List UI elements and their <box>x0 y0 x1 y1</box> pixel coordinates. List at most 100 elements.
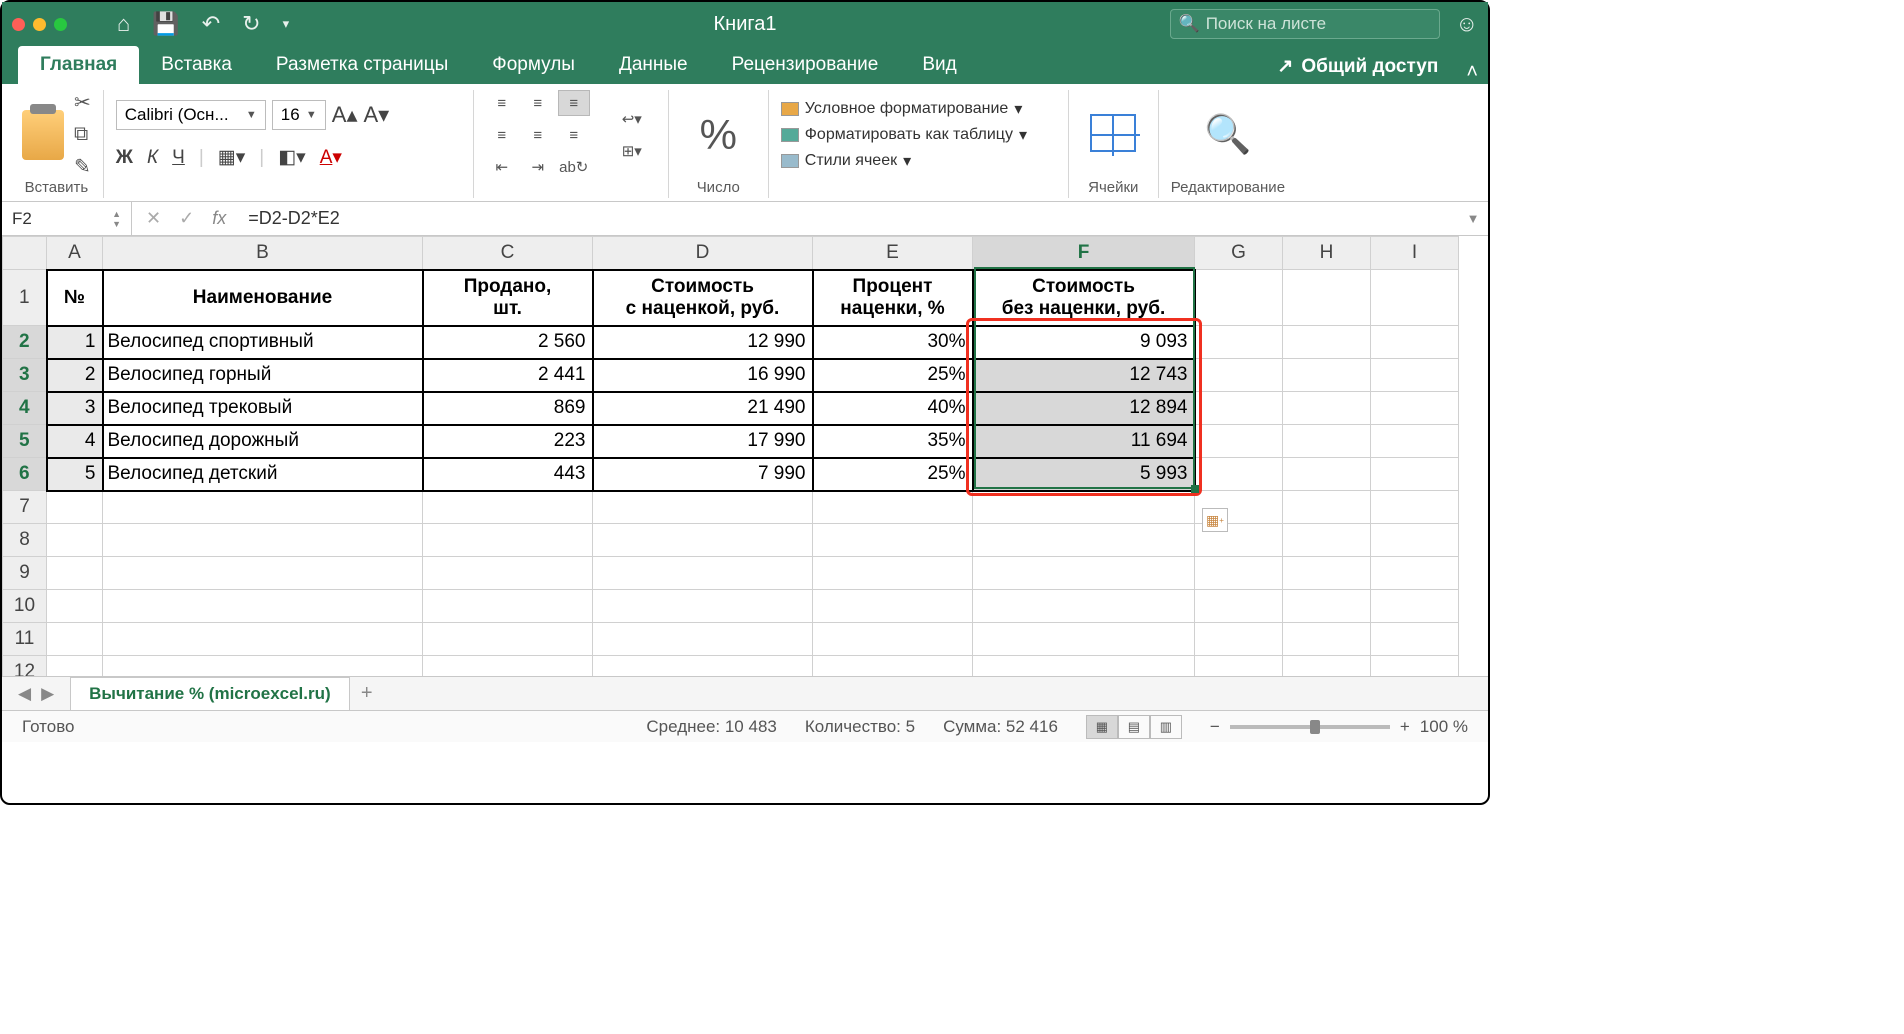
cell-A4[interactable]: 3 <box>47 392 103 425</box>
row-header-4[interactable]: 4 <box>3 392 47 425</box>
row-header-2[interactable]: 2 <box>3 326 47 359</box>
cell-D4[interactable]: 21 490 <box>593 392 813 425</box>
cell-F2[interactable]: 9 093 <box>973 326 1195 359</box>
share-button[interactable]: ↗ Общий доступ <box>1263 49 1452 84</box>
zoom-slider[interactable] <box>1230 725 1390 729</box>
decrease-indent-icon[interactable]: ⇤ <box>486 154 518 180</box>
row-header-10[interactable]: 10 <box>3 590 47 623</box>
cell-C1[interactable]: Продано, шт. <box>423 270 593 326</box>
name-box[interactable]: F2 ▲▼ <box>2 202 132 235</box>
cell-C5[interactable]: 223 <box>423 425 593 458</box>
undo-icon[interactable]: ↶ <box>202 11 220 37</box>
tab-page-layout[interactable]: Разметка страницы <box>254 46 470 84</box>
cell-E2[interactable]: 30% <box>813 326 973 359</box>
next-sheet-icon[interactable]: ▶ <box>41 684 54 704</box>
cell-E4[interactable]: 40% <box>813 392 973 425</box>
cell-B4[interactable]: Велосипед трековый <box>103 392 423 425</box>
tab-formulas[interactable]: Формулы <box>470 46 597 84</box>
tab-home[interactable]: Главная <box>18 46 139 84</box>
col-header-A[interactable]: A <box>47 237 103 270</box>
align-bottom-icon[interactable]: ≡ <box>558 90 590 116</box>
fill-color-icon[interactable]: ◧▾ <box>278 146 306 169</box>
cancel-formula-icon[interactable]: ✕ <box>146 208 161 229</box>
cell-A5[interactable]: 4 <box>47 425 103 458</box>
cell-A2[interactable]: 1 <box>47 326 103 359</box>
merge-cells-icon[interactable]: ⊞▾ <box>608 138 656 164</box>
select-all-corner[interactable] <box>3 237 47 270</box>
cell-B3[interactable]: Велосипед горный <box>103 359 423 392</box>
cell-B2[interactable]: Велосипед спортивный <box>103 326 423 359</box>
tab-insert[interactable]: Вставка <box>139 46 254 84</box>
fx-icon[interactable]: fx <box>212 208 226 229</box>
cell-styles-button[interactable]: Стили ячеек ▾ <box>781 151 1027 171</box>
cell-A1[interactable]: № <box>47 270 103 326</box>
cell-H1[interactable] <box>1283 270 1371 326</box>
italic-button[interactable]: К <box>147 147 158 169</box>
row-header-6[interactable]: 6 <box>3 458 47 491</box>
increase-indent-icon[interactable]: ⇥ <box>522 154 554 180</box>
col-header-F[interactable]: F <box>973 237 1195 270</box>
cell-F6[interactable]: 5 993 <box>973 458 1195 491</box>
fill-handle[interactable] <box>1191 485 1199 493</box>
align-right-icon[interactable]: ≡ <box>558 122 590 148</box>
cell-F3[interactable]: 12 743 <box>973 359 1195 392</box>
number-format-button[interactable]: % <box>700 95 737 175</box>
feedback-icon[interactable]: ☺ <box>1456 11 1478 37</box>
cell-E6[interactable]: 25% <box>813 458 973 491</box>
cell-E1[interactable]: Процент наценки, % <box>813 270 973 326</box>
cell-G1[interactable] <box>1195 270 1283 326</box>
row-header-7[interactable]: 7 <box>3 491 47 524</box>
row-header-11[interactable]: 11 <box>3 623 47 656</box>
col-header-D[interactable]: D <box>593 237 813 270</box>
cell-I1[interactable] <box>1371 270 1459 326</box>
cell-C4[interactable]: 869 <box>423 392 593 425</box>
cell-D1[interactable]: Стоимость с наценкой, руб. <box>593 270 813 326</box>
view-page-break-icon[interactable]: ▥ <box>1150 715 1182 739</box>
cell-D3[interactable]: 16 990 <box>593 359 813 392</box>
tab-data[interactable]: Данные <box>597 46 710 84</box>
expand-formula-bar-icon[interactable]: ▼ <box>1458 211 1488 226</box>
align-top-icon[interactable]: ≡ <box>486 90 518 116</box>
row-header-12[interactable]: 12 <box>3 656 47 677</box>
qat-dropdown-icon[interactable]: ▾ <box>283 16 290 32</box>
cells-button[interactable] <box>1090 95 1136 175</box>
zoom-in-button[interactable]: + <box>1400 717 1410 737</box>
maximize-window-button[interactable] <box>54 18 67 31</box>
align-center-icon[interactable]: ≡ <box>522 122 554 148</box>
paste-button[interactable] <box>22 95 64 175</box>
sheet-tab-active[interactable]: Вычитание % (microexcel.ru) <box>70 677 350 710</box>
search-box[interactable]: 🔍 <box>1170 9 1440 39</box>
font-color-icon[interactable]: A▾ <box>320 146 342 169</box>
cell-D5[interactable]: 17 990 <box>593 425 813 458</box>
cell-B6[interactable]: Велосипед детский <box>103 458 423 491</box>
borders-icon[interactable]: ▦▾ <box>218 146 246 169</box>
bold-button[interactable]: Ж <box>116 147 133 169</box>
redo-icon[interactable]: ↻ <box>242 11 260 37</box>
view-page-layout-icon[interactable]: ▤ <box>1118 715 1150 739</box>
cell-C3[interactable]: 2 441 <box>423 359 593 392</box>
cell-E3[interactable]: 25% <box>813 359 973 392</box>
shrink-font-icon[interactable]: A▾ <box>363 102 389 128</box>
cell-E5[interactable]: 35% <box>813 425 973 458</box>
collapse-ribbon-icon[interactable]: ˄ <box>1466 61 1478 84</box>
cell-G2[interactable] <box>1195 326 1283 359</box>
minimize-window-button[interactable] <box>33 18 46 31</box>
accept-formula-icon[interactable]: ✓ <box>179 208 194 229</box>
cell-A3[interactable]: 2 <box>47 359 103 392</box>
tab-view[interactable]: Вид <box>900 46 978 84</box>
prev-sheet-icon[interactable]: ◀ <box>18 684 31 704</box>
close-window-button[interactable] <box>12 18 25 31</box>
cell-D2[interactable]: 12 990 <box>593 326 813 359</box>
align-middle-icon[interactable]: ≡ <box>522 90 554 116</box>
row-header-5[interactable]: 5 <box>3 425 47 458</box>
cell-F4[interactable]: 12 894 <box>973 392 1195 425</box>
orientation-icon[interactable]: ab↻ <box>558 154 590 180</box>
wrap-text-icon[interactable]: ↩▾ <box>608 106 656 132</box>
cell-B5[interactable]: Велосипед дорожный <box>103 425 423 458</box>
row-header-9[interactable]: 9 <box>3 557 47 590</box>
view-normal-icon[interactable]: ▦ <box>1086 715 1118 739</box>
add-sheet-button[interactable]: + <box>350 682 384 705</box>
align-left-icon[interactable]: ≡ <box>486 122 518 148</box>
cell-D6[interactable]: 7 990 <box>593 458 813 491</box>
conditional-formatting-button[interactable]: Условное форматирование ▾ <box>781 99 1027 119</box>
